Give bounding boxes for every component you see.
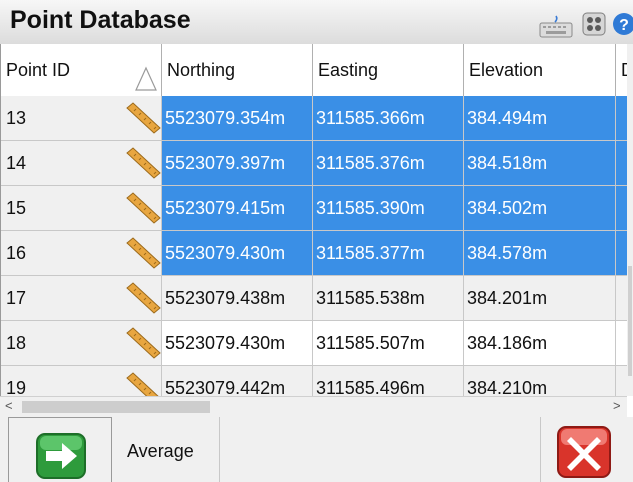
scroll-right-arrow-icon[interactable]: > xyxy=(613,398,621,413)
point-id-cell[interactable]: 15 xyxy=(1,186,162,230)
easting-cell[interactable]: 311585.366m xyxy=(313,96,464,140)
point-id: 16 xyxy=(6,243,27,263)
column-header-point-id[interactable]: Point ID xyxy=(1,44,162,96)
column-header-northing[interactable]: Northing xyxy=(162,44,313,96)
table-row[interactable]: 18 5523079.430m 311585.507m 384.186m xyxy=(1,321,628,366)
ruler-icon xyxy=(126,147,161,179)
horizontal-scroll-thumb[interactable] xyxy=(22,401,210,413)
elevation-cell[interactable]: 384.502m xyxy=(464,186,616,230)
title-bar: Point Database ? xyxy=(0,0,633,45)
ruler-icon xyxy=(126,282,161,314)
point-id-cell[interactable]: 18 xyxy=(1,321,162,365)
elevation-cell[interactable]: 384.494m xyxy=(464,96,616,140)
northing-cell[interactable]: 5523079.397m xyxy=(162,141,313,185)
point-id-cell[interactable]: 14 xyxy=(1,141,162,185)
footer-toolbar: Average xyxy=(0,417,633,482)
easting-cell[interactable]: 311585.507m xyxy=(313,321,464,365)
elevation-cell[interactable]: 384.578m xyxy=(464,231,616,275)
easting-cell[interactable]: 311585.496m xyxy=(313,366,464,396)
point-id: 13 xyxy=(6,108,27,128)
divider xyxy=(219,417,220,482)
accept-button[interactable] xyxy=(8,417,112,482)
northing-cell[interactable]: 5523079.438m xyxy=(162,276,313,320)
elevation-cell[interactable]: 384.186m xyxy=(464,321,616,365)
average-label[interactable]: Average xyxy=(127,441,194,462)
grid-menu-icon[interactable] xyxy=(582,12,606,36)
keyboard-icon[interactable] xyxy=(538,14,574,38)
point-id-cell[interactable]: 16 xyxy=(1,231,162,275)
ruler-icon xyxy=(126,192,161,224)
point-id-cell[interactable]: 19 xyxy=(1,366,162,396)
point-id: 17 xyxy=(6,288,27,308)
scroll-left-arrow-icon[interactable]: < xyxy=(5,398,13,413)
table-row[interactable]: 16 5523079.430m 311585.377m 384.578m xyxy=(1,231,628,276)
table-header: Point ID Northing Easting Elevation D xyxy=(1,44,628,97)
easting-cell[interactable]: 311585.538m xyxy=(313,276,464,320)
ruler-icon xyxy=(126,372,159,396)
help-icon[interactable]: ? xyxy=(612,11,633,37)
vertical-scroll-thumb[interactable] xyxy=(628,266,632,376)
northing-cell[interactable]: 5523079.354m xyxy=(162,96,313,140)
divider xyxy=(540,417,541,482)
elevation-cell[interactable]: 384.518m xyxy=(464,141,616,185)
northing-cell[interactable]: 5523079.430m xyxy=(162,321,313,365)
ruler-icon xyxy=(126,327,161,359)
vertical-scrollbar[interactable] xyxy=(627,44,633,396)
cancel-button[interactable] xyxy=(556,425,612,479)
point-id: 15 xyxy=(6,198,27,218)
northing-cell[interactable]: 5523079.430m xyxy=(162,231,313,275)
point-id: 14 xyxy=(6,153,27,173)
table-row[interactable]: 17 5523079.438m 311585.538m 384.201m xyxy=(1,276,628,321)
column-header-easting[interactable]: Easting xyxy=(313,44,464,96)
easting-cell[interactable]: 311585.390m xyxy=(313,186,464,230)
elevation-cell[interactable]: 384.210m xyxy=(464,366,616,396)
horizontal-scrollbar[interactable]: < > xyxy=(0,396,627,418)
table-row[interactable]: 19 5523079.442m 311585.496m 384.210m xyxy=(1,366,628,396)
points-table[interactable]: Point ID Northing Easting Elevation D 13… xyxy=(0,44,628,396)
svg-text:?: ? xyxy=(619,17,629,34)
point-id-cell[interactable]: 13 xyxy=(1,96,162,140)
table-row[interactable]: 15 5523079.415m 311585.390m 384.502m xyxy=(1,186,628,231)
easting-cell[interactable]: 311585.376m xyxy=(313,141,464,185)
point-id-cell[interactable]: 17 xyxy=(1,276,162,320)
table-row[interactable]: 14 5523079.397m 311585.376m 384.518m xyxy=(1,141,628,186)
ruler-icon xyxy=(126,102,161,134)
sort-ascending-icon[interactable] xyxy=(135,66,157,92)
northing-cell[interactable]: 5523079.442m xyxy=(162,366,313,396)
ruler-icon xyxy=(126,237,161,269)
column-header-elevation[interactable]: Elevation xyxy=(464,44,616,96)
green-arrow-icon xyxy=(36,433,86,479)
page-title: Point Database xyxy=(10,6,191,34)
easting-cell[interactable]: 311585.377m xyxy=(313,231,464,275)
point-id: 19 xyxy=(6,378,27,396)
northing-cell[interactable]: 5523079.415m xyxy=(162,186,313,230)
table-row[interactable]: 13 5523079.354m 311585.366m 384.494m xyxy=(1,96,628,141)
point-id: 18 xyxy=(6,333,27,353)
elevation-cell[interactable]: 384.201m xyxy=(464,276,616,320)
